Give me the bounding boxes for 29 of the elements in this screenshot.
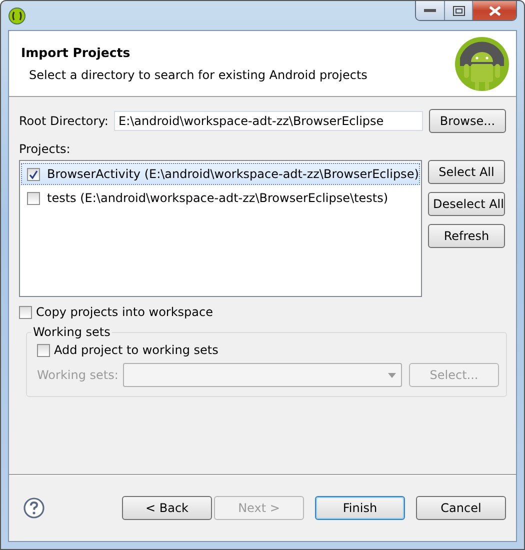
minimize-button[interactable] (416, 1, 444, 20)
copy-projects-checkbox[interactable]: Copy projects into workspace (19, 305, 506, 319)
project-item[interactable]: BrowserActivity (E:\android\workspace-adt-zz\BrowserEclipse) (21, 163, 420, 185)
maximize-button[interactable] (444, 1, 472, 20)
help-icon[interactable] (23, 497, 45, 519)
projects-label: Projects: (19, 142, 72, 156)
page-description: Select a directory to search for existing Android projects (28, 68, 368, 82)
maximize-icon (452, 6, 464, 16)
working-sets-label: Working sets: (37, 368, 118, 382)
dropdown-arrow-icon (388, 372, 396, 378)
list-action-button[interactable]: Deselect All (428, 192, 505, 216)
project-item[interactable]: tests (E:\android\workspace-adt-zz\BrowserEclipse\tests) (21, 187, 420, 209)
browse-button[interactable]: Browse... (429, 109, 506, 133)
footer-button[interactable]: < Back (122, 496, 212, 520)
checkbox[interactable] (27, 192, 40, 204)
root-directory-label: Root Directory: (19, 114, 108, 128)
minimize-icon (424, 8, 436, 12)
list-action-button[interactable]: Select All (428, 160, 505, 184)
footer-button[interactable]: Finish (315, 496, 405, 520)
footer-button[interactable]: Cancel (416, 496, 506, 520)
list-action-button[interactable]: Refresh (428, 224, 505, 248)
group-title: Working sets (32, 325, 112, 339)
checkbox[interactable] (27, 168, 40, 180)
page-title: Import Projects (21, 45, 132, 60)
close-button[interactable] (472, 1, 516, 20)
close-icon (488, 6, 500, 16)
app-logo-icon (8, 6, 26, 24)
robot-logo-icon (454, 36, 510, 92)
root-directory-field[interactable]: E:\android\workspace-adt-zz\BrowserEclipse (114, 111, 423, 131)
